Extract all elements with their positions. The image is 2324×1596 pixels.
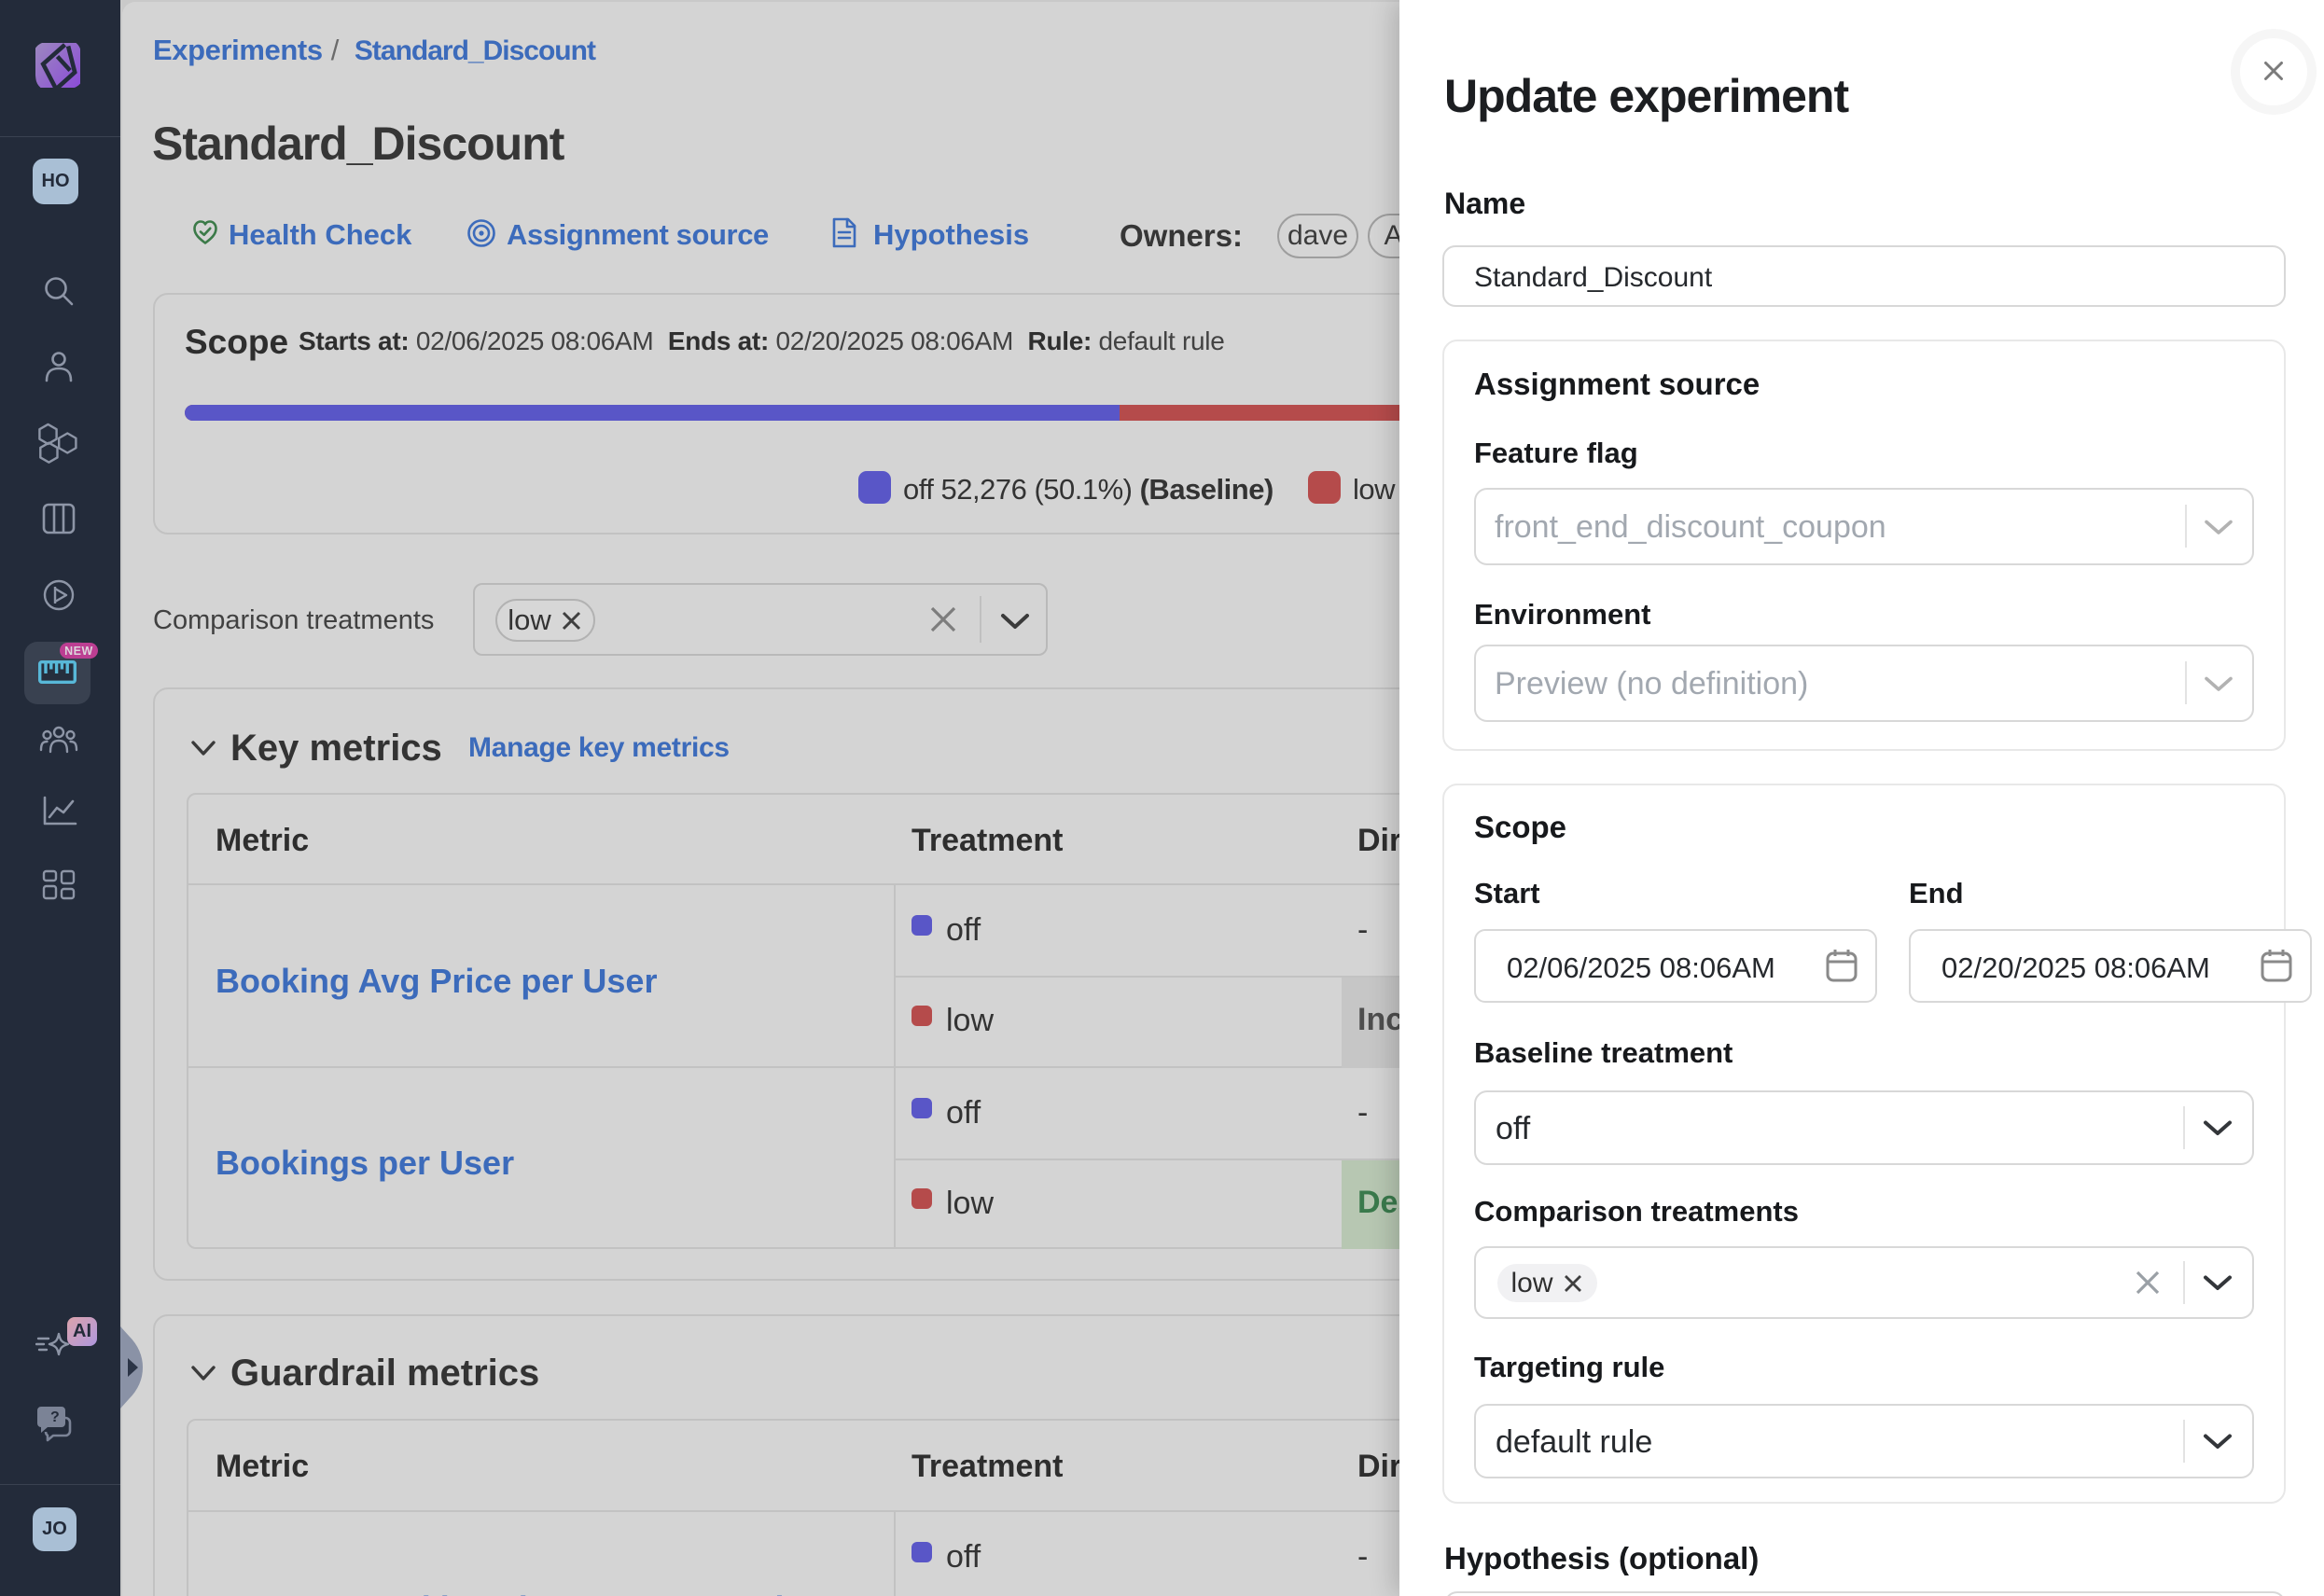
svg-text:?: ? xyxy=(50,1409,60,1425)
